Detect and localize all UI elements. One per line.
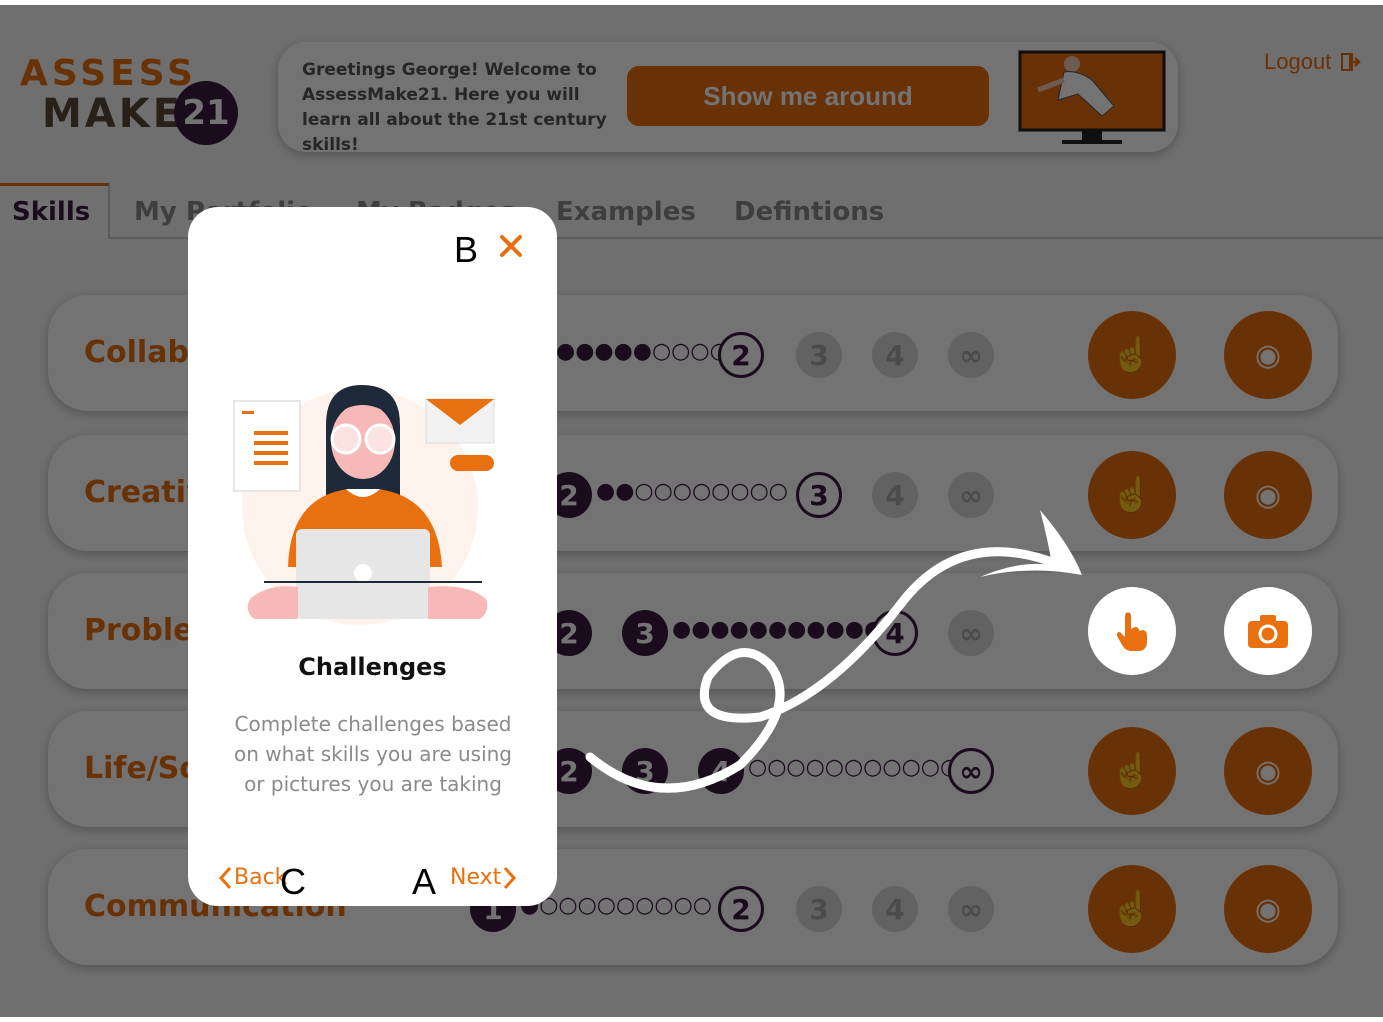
marker-b: B <box>454 229 479 270</box>
level-infinity-locked: ∞ <box>948 472 994 518</box>
level-4-locked: 4 <box>872 332 918 378</box>
hand-pointer-icon: ☝ <box>1110 752 1154 790</box>
app-logo: ASSESS MAKE 21 <box>20 53 240 148</box>
progress-dots: ○○○○○○○○○○○ <box>748 755 960 780</box>
challenge-button[interactable]: ☝ <box>1088 451 1176 539</box>
chevron-right-icon <box>504 866 517 889</box>
tab-definitions[interactable]: Defintions <box>734 197 884 227</box>
marker-a: A <box>412 861 437 902</box>
camera-icon: ◉ <box>1254 754 1282 788</box>
level-4-locked: 4 <box>872 886 918 932</box>
level-3-locked: 3 <box>796 332 842 378</box>
photo-button[interactable]: ◉ <box>1224 311 1312 399</box>
greeting-text: Greetings George! Welcome to AssessMake2… <box>302 60 607 155</box>
challenge-button[interactable]: ☝ <box>1088 727 1176 815</box>
challenges-illustration <box>233 385 495 625</box>
level-3-locked: 3 <box>796 886 842 932</box>
show-me-around-button[interactable]: Show me around <box>627 66 989 126</box>
next-label: Next <box>450 865 502 890</box>
level-4-locked: 4 <box>872 472 918 518</box>
camera-icon <box>1248 615 1288 648</box>
level-3-done[interactable]: 3 <box>622 610 668 656</box>
modal-title: Challenges <box>298 653 447 681</box>
tour-modal: B Challenges Complete challenges based o… <box>188 207 557 906</box>
presenter-monitor-illustration <box>1018 50 1166 144</box>
greeting-card: Greetings George! Welcome to AssessMake2… <box>278 42 1178 155</box>
tab-skills[interactable]: Skills <box>12 197 90 227</box>
tab-examples[interactable]: Examples <box>556 197 696 227</box>
photo-button[interactable]: ◉ <box>1224 451 1312 539</box>
marker-c: C <box>280 861 306 902</box>
app-page: ASSESS MAKE 21 Greetings George! Welcome… <box>0 5 1383 1017</box>
hand-pointer-icon: ☝ <box>1110 336 1154 374</box>
logo-line1: ASSESS <box>20 53 197 94</box>
level-4-current[interactable]: 4 <box>872 610 918 656</box>
logout-icon <box>1341 53 1362 71</box>
level-4-done[interactable]: 4 <box>698 748 744 794</box>
logo-badge: 21 <box>174 81 238 145</box>
modal-description: Complete challenges based on what skills… <box>233 712 513 796</box>
progress-dots: ●○○○○○○○○○ <box>520 893 712 918</box>
logo-line2: MAKE <box>42 91 184 137</box>
level-infinity-locked: ∞ <box>948 886 994 932</box>
level-infinity-locked: ∞ <box>948 332 994 378</box>
logout-label: Logout <box>1264 49 1332 74</box>
chevron-left-icon <box>218 866 232 889</box>
close-icon <box>500 235 522 257</box>
next-button[interactable]: Next <box>450 865 517 890</box>
back-button[interactable]: Back <box>218 865 287 890</box>
level-3-current[interactable]: 3 <box>796 472 842 518</box>
camera-icon: ◉ <box>1254 892 1282 926</box>
camera-icon: ◉ <box>1254 338 1282 372</box>
photo-button[interactable]: ◉ <box>1224 865 1312 953</box>
level-infinity-locked: ∞ <box>948 610 994 656</box>
highlighted-photo-button[interactable] <box>1224 587 1312 675</box>
progress-dots: ●●○○○○○○○○ <box>596 479 788 504</box>
progress-dots: ●●●●●○○○○ <box>556 339 729 364</box>
challenge-button[interactable]: ☝ <box>1088 865 1176 953</box>
logout-link[interactable]: Logout <box>1264 49 1362 75</box>
progress-dots: ●●●●●●●●●●●○ <box>672 617 903 642</box>
highlighted-challenge-button[interactable] <box>1088 587 1176 675</box>
close-button[interactable] <box>498 233 524 259</box>
level-2-current[interactable]: 2 <box>718 886 764 932</box>
photo-button[interactable]: ◉ <box>1224 727 1312 815</box>
level-2-current[interactable]: 2 <box>718 332 764 378</box>
camera-icon: ◉ <box>1254 478 1282 512</box>
level-infinity-current[interactable]: ∞ <box>948 748 994 794</box>
challenge-button[interactable]: ☝ <box>1088 311 1176 399</box>
hand-pointer-icon: ☝ <box>1110 890 1154 928</box>
level-3-done[interactable]: 3 <box>622 748 668 794</box>
hand-pointer-icon: ☝ <box>1110 476 1154 514</box>
hand-pointer-icon <box>1116 612 1147 651</box>
